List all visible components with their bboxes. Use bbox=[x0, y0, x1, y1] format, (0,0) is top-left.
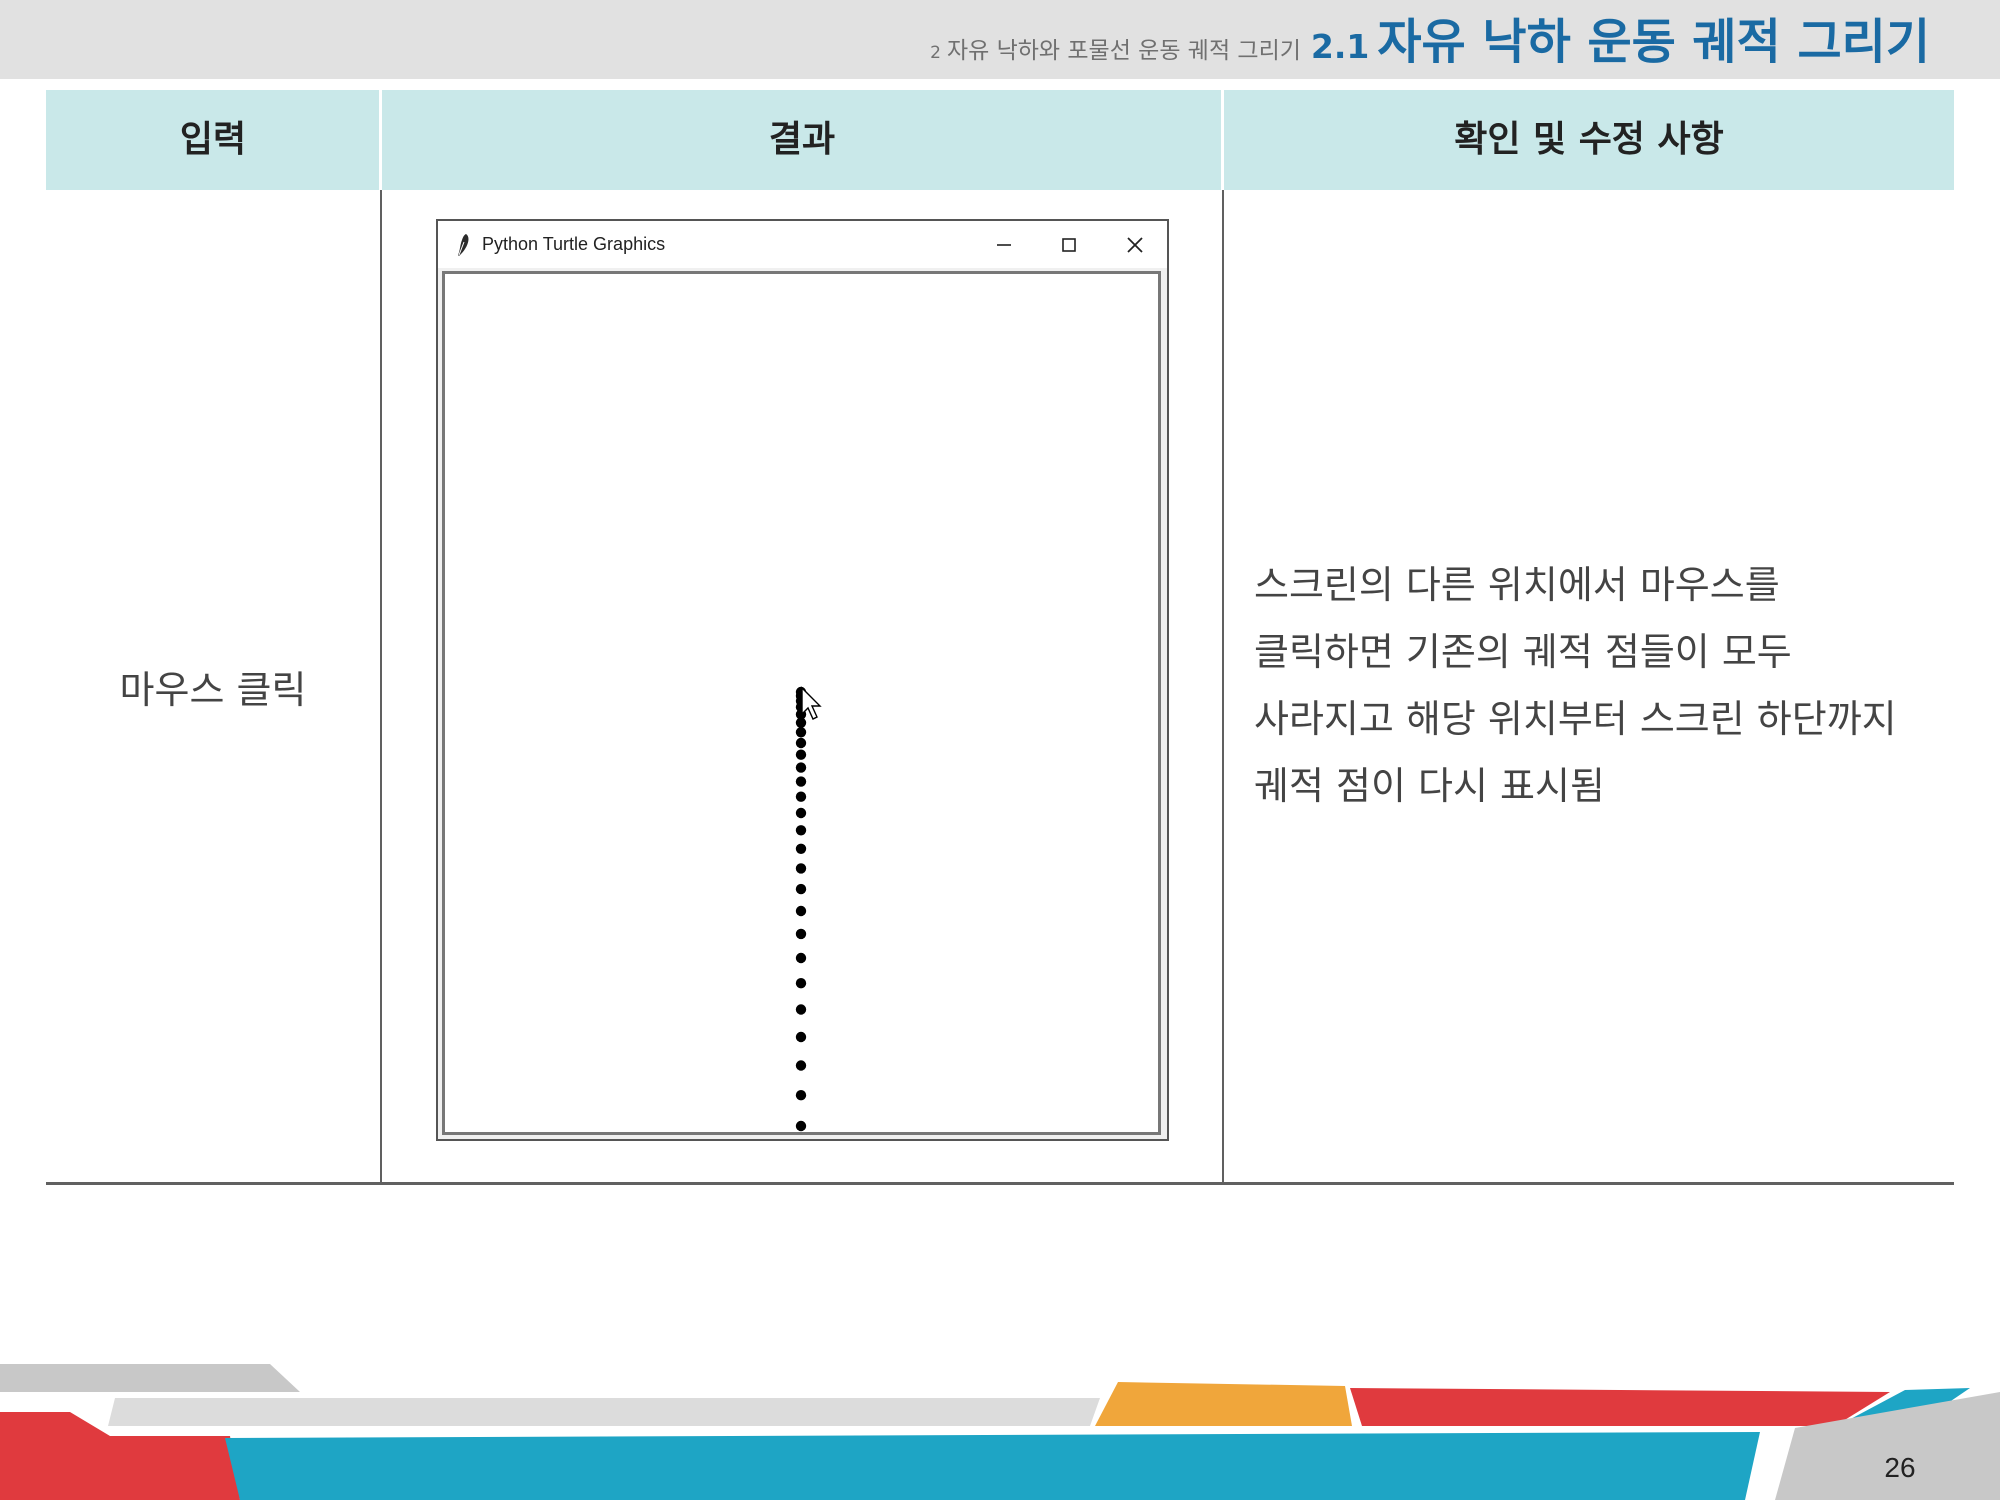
trajectory-dot bbox=[795, 1004, 807, 1015]
trajectory-dot bbox=[795, 807, 807, 819]
section-number: 2.1 bbox=[1310, 27, 1370, 66]
footer-gray-stripe-left bbox=[0, 1364, 300, 1392]
footer-orange-block bbox=[1095, 1382, 1352, 1426]
minimize-button[interactable] bbox=[974, 221, 1034, 268]
footer-red-block bbox=[0, 1436, 240, 1500]
trajectory-dot bbox=[795, 952, 807, 964]
page-title: 자유 낙하 운동 궤적 그리기 bbox=[1377, 14, 1930, 70]
turtle-canvas[interactable] bbox=[442, 271, 1161, 1135]
trajectory-dot bbox=[795, 1031, 807, 1043]
header-divider bbox=[1221, 90, 1224, 190]
footer-blue-band bbox=[225, 1432, 1760, 1500]
trajectory-dot bbox=[795, 928, 807, 940]
minimize-icon bbox=[997, 243, 1011, 246]
table-header-row: 입력 결과 확인 및 수정 사항 bbox=[46, 90, 1954, 190]
notes-text: 스크린의 다른 위치에서 마우스를 클릭하면 기존의 궤적 점들이 모두 사라지… bbox=[1254, 563, 1897, 808]
turtle-window: Python Turtle Graphics bbox=[436, 219, 1169, 1141]
trajectory-dot bbox=[795, 1060, 807, 1071]
close-icon bbox=[1127, 236, 1143, 253]
footer-red-stripe-right bbox=[1350, 1388, 1890, 1426]
trajectory-dot bbox=[795, 905, 807, 917]
footer-decoration bbox=[0, 1364, 2000, 1500]
trajectory-dot bbox=[795, 843, 807, 854]
trajectory-dot bbox=[795, 727, 807, 738]
footer-light-gray-stripe bbox=[108, 1398, 1100, 1426]
column-header-input: 입력 bbox=[179, 119, 247, 160]
trajectory-dot bbox=[795, 863, 807, 874]
trajectory-plot bbox=[795, 686, 822, 1132]
column-divider bbox=[380, 190, 382, 1184]
notes-cell: 스크린의 다른 위치에서 마우스를 클릭하면 기존의 궤적 점들이 모두 사라지… bbox=[1224, 190, 1954, 1182]
header-title-group: 2 자유 낙하와 포물선 운동 궤적 그리기 2.1 자유 낙하 운동 궤적 그… bbox=[930, 2, 1930, 78]
trajectory-dot bbox=[795, 825, 807, 836]
trajectory-dot bbox=[795, 776, 807, 787]
trajectory-dot bbox=[795, 978, 807, 989]
window-titlebar: Python Turtle Graphics bbox=[438, 221, 1167, 268]
breadcrumb-chapter-number: 2 bbox=[930, 43, 941, 63]
trajectory-dot bbox=[795, 1090, 807, 1101]
trajectory-dot bbox=[795, 762, 807, 773]
header-band: 2 자유 낙하와 포물선 운동 궤적 그리기 2.1 자유 낙하 운동 궤적 그… bbox=[0, 0, 2000, 79]
input-cell: 마우스 클릭 bbox=[119, 667, 307, 712]
column-header-result: 결과 bbox=[768, 119, 836, 160]
maximize-icon bbox=[1062, 237, 1076, 252]
trajectory-dot bbox=[795, 791, 807, 802]
trajectory-dot bbox=[795, 1120, 807, 1132]
maximize-button[interactable] bbox=[1039, 221, 1099, 268]
breadcrumb-chapter-title: 자유 낙하와 포물선 운동 궤적 그리기 bbox=[946, 38, 1301, 64]
close-button[interactable] bbox=[1105, 221, 1165, 268]
column-header-notes: 확인 및 수정 사항 bbox=[1454, 119, 1724, 160]
trajectory-dot bbox=[795, 883, 807, 895]
footer-red-stripe-top bbox=[0, 1412, 110, 1436]
window-title: Python Turtle Graphics bbox=[482, 234, 666, 254]
page-number: 26 bbox=[1884, 1452, 1916, 1483]
table-bottom-rule bbox=[46, 1182, 1954, 1185]
feather-icon bbox=[458, 233, 469, 256]
trajectory-dot bbox=[795, 749, 807, 760]
trajectory-dot bbox=[795, 717, 807, 728]
header-divider bbox=[379, 90, 382, 190]
trajectory-dot bbox=[795, 737, 807, 749]
